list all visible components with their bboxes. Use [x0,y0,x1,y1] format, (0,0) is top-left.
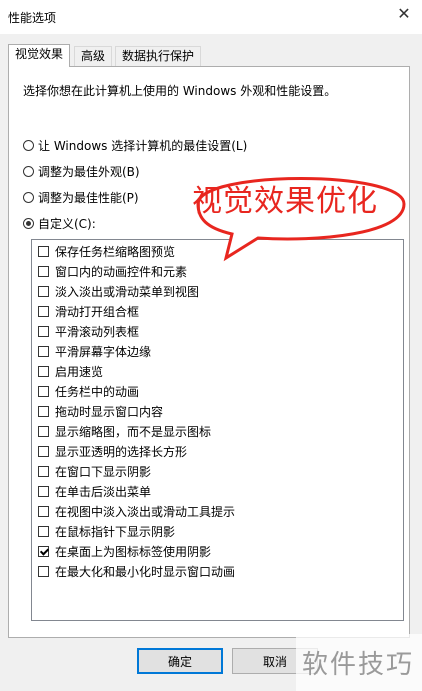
effect-option-row[interactable]: 平滑屏幕字体边缘 [38,342,151,360]
effect-option-label: 在最大化和最小化时显示窗口动画 [55,564,236,579]
checkbox[interactable] [38,505,49,517]
effect-option-label: 滑动打开组合框 [55,304,140,319]
checkbox[interactable] [38,245,49,257]
checkbox[interactable] [38,405,49,417]
effect-option-label: 在单击后淡出菜单 [55,484,152,499]
radio-let-windows-choose[interactable]: 让 Windows 选择计算机的最佳设置(L) [23,137,247,153]
checkbox[interactable] [38,345,49,357]
checkbox[interactable] [38,565,49,577]
effects-options-list[interactable]: 保存任务栏缩略图预览 窗口内的动画控件和元素 淡入淡出或滑动菜单到视图 滑动打开组合框… [31,239,404,621]
effect-option-label: 启用速览 [55,364,104,379]
effect-option-label: 在窗口下显示阴影 [55,464,152,479]
radio-button[interactable] [23,139,34,151]
watermark-text: 软件技巧 [302,650,415,680]
radio-best-appearance[interactable]: 调整为最佳外观(B) [23,163,140,179]
ok-button[interactable]: 确定 [137,648,223,674]
checkbox[interactable] [38,425,49,437]
radio-custom[interactable]: 自定义(C): [23,215,96,231]
effect-option-row[interactable]: 显示亚透明的选择长方形 [38,442,187,460]
checkbox[interactable] [38,325,49,337]
effect-option-row[interactable]: 在单击后淡出菜单 [38,482,151,500]
intro-text: 选择你想在此计算机上使用的 Windows 外观和性能设置。 [23,84,337,98]
title-bar: 性能选项 ✕ [0,0,422,34]
effect-option-row[interactable]: 在视图中淡入淡出或滑动工具提示 [38,502,235,520]
tab-advanced[interactable]: 高级 [74,46,113,66]
effect-option-row[interactable]: 拖动时显示窗口内容 [38,402,163,420]
effect-option-label: 拖动时显示窗口内容 [55,404,164,419]
radio-label: 自定义(C): [38,216,96,231]
effect-option-row[interactable]: 滑动打开组合框 [38,302,139,320]
radio-button[interactable] [23,165,34,177]
effect-option-label: 任务栏中的动画 [55,384,140,399]
effect-option-label: 窗口内的动画控件和元素 [55,264,188,279]
effect-option-row[interactable]: 在最大化和最小化时显示窗口动画 [38,562,235,580]
close-icon[interactable]: ✕ [396,6,412,22]
effect-option-label: 淡入淡出或滑动菜单到视图 [55,284,200,299]
effect-option-label: 在桌面上为图标标签使用阴影 [55,544,212,559]
annotation-text: 视觉效果优化 [192,184,378,219]
effect-option-label: 显示缩略图，而不是显示图标 [55,424,212,439]
checkbox[interactable] [38,265,49,277]
effect-option-row[interactable]: 保存任务栏缩略图预览 [38,242,175,260]
effect-option-row[interactable]: 任务栏中的动画 [38,382,139,400]
radio-label: 调整为最佳外观(B) [38,164,140,179]
window-title: 性能选项 [8,11,57,25]
radio-label: 调整为最佳性能(P) [38,190,139,205]
effect-option-label: 在鼠标指针下显示阴影 [55,524,176,539]
checkbox[interactable] [38,485,49,497]
effect-option-label: 保存任务栏缩略图预览 [55,244,176,259]
effect-option-row[interactable]: 显示缩略图，而不是显示图标 [38,422,211,440]
checkbox[interactable] [38,525,49,537]
effect-option-row[interactable]: 在窗口下显示阴影 [38,462,151,480]
effect-option-row[interactable]: 窗口内的动画控件和元素 [38,262,187,280]
effect-option-label: 平滑屏幕字体边缘 [55,344,152,359]
radio-best-performance[interactable]: 调整为最佳性能(P) [23,189,139,205]
radio-button-selected[interactable] [23,217,34,229]
effect-option-label: 显示亚透明的选择长方形 [55,444,188,459]
checkbox[interactable] [38,365,49,377]
effect-option-row[interactable]: 淡入淡出或滑动菜单到视图 [38,282,199,300]
effect-option-row[interactable]: 在鼠标指针下显示阴影 [38,522,175,540]
checkbox[interactable] [38,385,49,397]
tab-visual-effects[interactable]: 视觉效果 [8,44,71,67]
checkbox[interactable] [38,465,49,477]
effect-option-row[interactable]: 在桌面上为图标标签使用阴影 [38,542,211,560]
checkbox[interactable] [38,305,49,317]
checkbox-checked[interactable] [38,545,49,557]
effect-option-row[interactable]: 平滑滚动列表框 [38,322,139,340]
checkbox[interactable] [38,445,49,457]
checkbox[interactable] [38,285,49,297]
effect-option-label: 平滑滚动列表框 [55,324,140,339]
radio-label: 让 Windows 选择计算机的最佳设置(L) [38,138,248,153]
tab-data-execution-prevention[interactable]: 数据执行保护 [115,46,202,66]
effect-option-label: 在视图中淡入淡出或滑动工具提示 [55,504,236,519]
radio-button[interactable] [23,191,34,203]
visual-effects-panel: 选择你想在此计算机上使用的 Windows 外观和性能设置。 让 Windows… [8,66,410,638]
effect-option-row[interactable]: 启用速览 [38,362,103,380]
